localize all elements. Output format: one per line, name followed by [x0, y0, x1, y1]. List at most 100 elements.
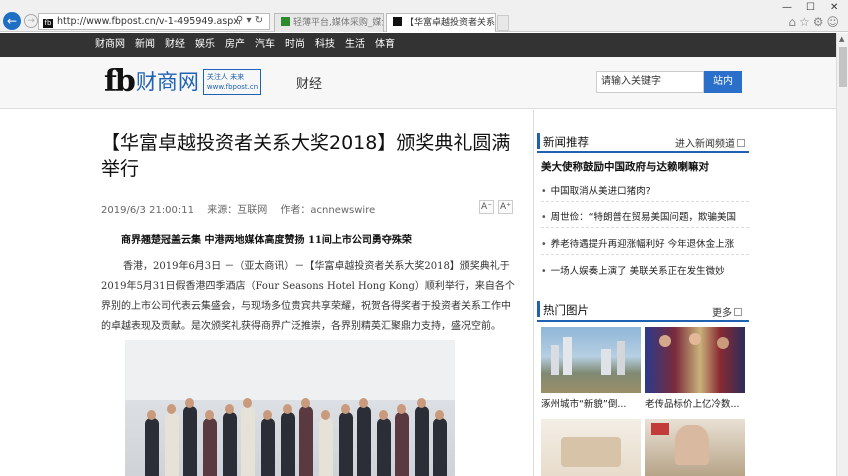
nav-item[interactable]: 财商网 — [95, 33, 125, 57]
article-author: 作者：acnnewswire — [280, 205, 376, 216]
site-favicon-icon: fb — [43, 19, 53, 28]
photo-person-head — [417, 398, 426, 408]
logo-name: 财商网 — [135, 70, 199, 94]
photo-person-head — [225, 404, 234, 414]
photo-person-head — [397, 404, 406, 414]
photo-backdrop — [125, 340, 455, 400]
photo-person — [241, 406, 255, 476]
photo-person-head — [435, 410, 444, 420]
hot-picture[interactable] — [541, 419, 641, 476]
hot-picture-caption[interactable]: 老传品标价上亿冷数... — [645, 396, 740, 410]
article-meta: 2019/6/3 21:00:11 来源：互联网 作者：acnnewswire — [101, 201, 385, 216]
minimize-icon[interactable]: — — [782, 2, 792, 13]
scrollbar-thumb[interactable] — [839, 47, 847, 87]
pics-box-rule — [537, 320, 749, 322]
more-arrow-icon — [737, 139, 745, 147]
tab-label: 轻薄平台,媒体采购_媒介... — [293, 18, 383, 28]
article-title: 【华富卓越投资者关系大奖2018】颁奖典礼圆满举行 — [101, 132, 511, 180]
picture-figure — [675, 425, 709, 465]
nav-item[interactable]: 汽车 — [255, 33, 275, 57]
smiley-icon[interactable]: ☺ — [826, 15, 842, 29]
browser-tab[interactable]: 轻薄平台,媒体采购_媒介... — [274, 13, 384, 32]
tab-favicon-icon — [393, 17, 402, 26]
nav-item[interactable]: 科技 — [315, 33, 335, 57]
dropdown-icon[interactable]: ▾ — [247, 15, 252, 26]
picture-figure — [717, 337, 729, 349]
photo-person-head — [263, 410, 272, 420]
search-input[interactable]: 请输入关键字 — [596, 71, 704, 93]
site-logo[interactable]: fb财商网 关注人 未来 www.fbpost.cn — [104, 65, 261, 101]
new-tab-button[interactable] — [497, 15, 509, 31]
photo-person-head — [283, 404, 292, 414]
browser-tab-active[interactable]: 【华富卓越投资者关系大奖... — [386, 13, 496, 32]
photo-person — [183, 406, 197, 476]
news-item[interactable]: 周世俭：“特朗普在贸易美国问题，欺骗美国 — [541, 209, 749, 223]
photo-person — [281, 412, 295, 476]
forward-arrow-icon[interactable]: → — [24, 14, 38, 28]
photo-person — [395, 412, 409, 476]
photo-person-head — [243, 398, 252, 408]
news-headline[interactable]: 美大使称鼓励中国政府与达赖喇嘛对 — [541, 159, 709, 174]
page-scrollbar[interactable]: ▲ — [836, 33, 848, 476]
photo-person-head — [147, 410, 156, 420]
picture-building — [563, 337, 572, 375]
nav-item[interactable]: 时尚 — [285, 33, 305, 57]
picture-building — [551, 345, 559, 375]
news-item[interactable]: 一场人娱奏上演了 美联关系正在发生微妙 — [541, 263, 749, 277]
channel-name[interactable]: 财经 — [296, 73, 322, 92]
article-body: 香港，2019年6月3日 －（亚太商讯）－【华富卓越投资者关系大奖2018】颁奖… — [101, 261, 515, 332]
photo-person-head — [379, 410, 388, 420]
home-icon[interactable]: ⌂ — [788, 15, 799, 29]
photo-person — [433, 418, 447, 476]
browser-tool-icons: ⌂☆⚙☺ — [788, 15, 842, 29]
settings-gear-icon[interactable]: ⚙ — [813, 15, 827, 29]
search-button[interactable]: 站内 — [704, 71, 742, 93]
address-url: http://www.fbpost.cn/v-1-495949.aspx — [57, 16, 239, 27]
photo-person — [145, 418, 159, 476]
maximize-icon[interactable]: ☐ — [806, 2, 815, 13]
photo-person-head — [321, 410, 330, 420]
photo-person — [203, 418, 217, 476]
nav-item[interactable]: 房产 — [225, 33, 245, 57]
hot-picture[interactable] — [645, 327, 745, 393]
article-date: 2019/6/3 21:00:11 — [101, 205, 195, 216]
favorites-star-icon[interactable]: ☆ — [799, 15, 813, 29]
font-smaller-button[interactable]: A⁻ — [479, 200, 494, 214]
refresh-icon[interactable]: ↻ — [255, 15, 263, 26]
photo-person-head — [205, 410, 214, 420]
hot-picture[interactable] — [541, 327, 641, 393]
article-photo — [125, 340, 455, 476]
site-header: fb财商网 关注人 未来 www.fbpost.cn 财经 请输入关键字 站内 — [0, 57, 836, 109]
address-tools: ⚲ ▾ ↻ — [236, 15, 263, 26]
scroll-up-icon[interactable]: ▲ — [839, 35, 844, 43]
close-icon[interactable]: ✕ — [830, 2, 838, 13]
back-arrow-icon[interactable]: ← — [3, 12, 21, 30]
font-larger-button[interactable]: A⁺ — [498, 200, 513, 214]
pics-more-link[interactable]: 更多 — [712, 304, 742, 319]
news-item[interactable]: 中国取消从美进口猪肉? — [541, 183, 749, 197]
nav-item[interactable]: 娱乐 — [195, 33, 215, 57]
photo-person — [357, 406, 371, 476]
photo-person — [377, 418, 391, 476]
nav-item[interactable]: 生活 — [345, 33, 365, 57]
search-icon[interactable]: ⚲ — [236, 15, 243, 26]
tab-label: 【华富卓越投资者关系大奖... — [405, 18, 496, 28]
news-more-link[interactable]: 进入新闻频道 — [675, 135, 745, 150]
article-source: 来源：互联网 — [207, 205, 268, 216]
news-item[interactable]: 养老待遇提升再迎涨幅利好 今年退休金上涨 — [541, 236, 749, 250]
nav-item[interactable]: 体育 — [375, 33, 395, 57]
hot-picture-caption[interactable]: 涿州城市“新貌”倒... — [541, 396, 626, 410]
news-title-marker — [537, 133, 540, 149]
nav-item[interactable]: 财经 — [165, 33, 185, 57]
photo-person — [299, 406, 313, 476]
pics-title-marker — [537, 301, 540, 317]
hot-picture[interactable] — [645, 419, 745, 476]
photo-person — [261, 418, 275, 476]
picture-object — [651, 423, 669, 435]
site-nav: 财商网 新闻 财经 娱乐 房产 汽车 时尚 科技 生活 体育 — [0, 33, 836, 57]
photo-person — [415, 406, 429, 476]
photo-person-head — [359, 398, 368, 408]
photo-person — [339, 412, 353, 476]
news-box-title: 新闻推荐 — [543, 135, 589, 149]
nav-item[interactable]: 新闻 — [135, 33, 155, 57]
